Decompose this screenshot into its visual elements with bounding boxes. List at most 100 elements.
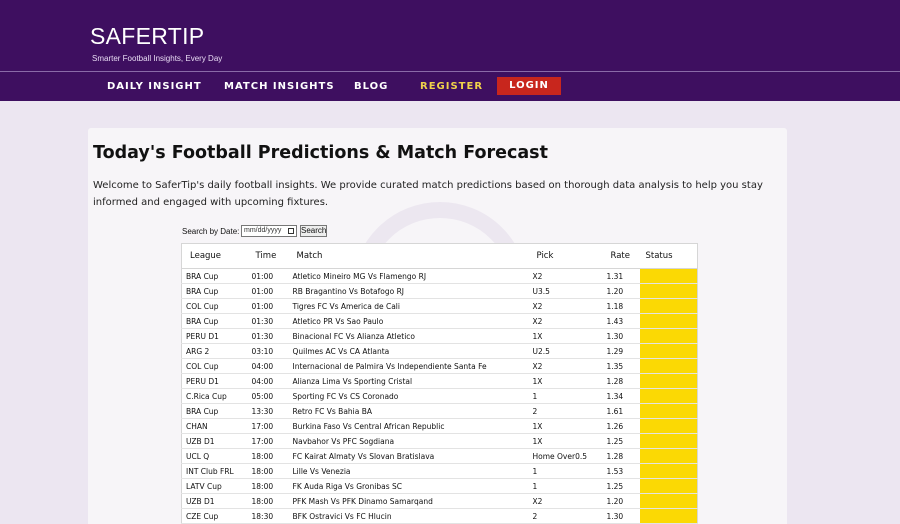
cell-time: 18:00: [247, 493, 289, 509]
cell-status: [639, 403, 698, 419]
cell-status: [639, 493, 698, 509]
predictions-table: League Time Match Pick Rate Status BRA C…: [181, 243, 698, 524]
cell-league: BRA Cup: [181, 283, 248, 299]
date-input[interactable]: mm/dd/yyyy: [241, 225, 297, 237]
cell-pick: X2: [528, 298, 603, 314]
table-row: UCL Q 18:00 FC Kairat Almaty Vs Slovan Bra…: [181, 448, 698, 464]
calendar-icon[interactable]: [288, 228, 294, 234]
cell-time: 04:00: [247, 373, 289, 389]
cell-league: BRA Cup: [181, 313, 248, 329]
page-title: Today's Football Predictions & Match For…: [93, 143, 548, 163]
table-row: CZE Cup 18:30 BFK Ostravici Vs FC Hlucin 2 1…: [181, 508, 698, 524]
cell-league: UZB D1: [181, 433, 248, 449]
cell-match: FC Kairat Almaty Vs Slovan Bratislava: [288, 448, 529, 464]
cell-pick: 2: [528, 403, 603, 419]
cell-match: Atletico Mineiro MG Vs Flamengo RJ: [288, 268, 529, 284]
table-row: BRA Cup 01:00 RB Bragantino Vs Botafogo RJ…: [181, 283, 698, 299]
table-row: PERU D1 01:30 Binacional FC Vs Alianza Atl…: [181, 328, 698, 344]
cell-rate: 1.34: [602, 388, 640, 404]
cell-time: 03:10: [247, 343, 289, 359]
cell-time: 01:00: [247, 268, 289, 284]
cell-time: 18:00: [247, 463, 289, 479]
cell-pick: U2.5: [528, 343, 603, 359]
cell-match: Lille Vs Venezia: [288, 463, 529, 479]
cell-pick: Home Over0.5: [528, 448, 603, 464]
cell-match: FK Auda Riga Vs Gronibas SC: [288, 478, 529, 494]
cell-time: 18:00: [247, 478, 289, 494]
cell-pick: X2: [528, 493, 603, 509]
search-button[interactable]: Search: [300, 225, 327, 237]
cell-time: 17:00: [247, 418, 289, 434]
cell-rate: 1.30: [602, 508, 640, 524]
cell-time: 01:00: [247, 283, 289, 299]
cell-league: BRA Cup: [181, 403, 248, 419]
intro-text: Welcome to SaferTip's daily football ins…: [93, 180, 763, 208]
table-row: BRA Cup 01:00 Atletico Mineiro MG Vs Flame…: [181, 268, 698, 284]
cell-status: [639, 433, 698, 449]
cell-match: Alianza Lima Vs Sporting Cristal: [288, 373, 529, 389]
header-rate: Rate: [602, 243, 640, 269]
cell-match: Retro FC Vs Bahia BA: [288, 403, 529, 419]
cell-pick: X2: [528, 268, 603, 284]
nav-blog[interactable]: BLOG: [354, 81, 388, 92]
cell-league: UCL Q: [181, 448, 248, 464]
cell-pick: U3.5: [528, 283, 603, 299]
cell-status: [639, 373, 698, 389]
cell-status: [639, 418, 698, 434]
cell-match: RB Bragantino Vs Botafogo RJ: [288, 283, 529, 299]
cell-status: [639, 343, 698, 359]
cell-time: 01:30: [247, 328, 289, 344]
cell-match: PFK Mash Vs PFK Dinamo Samarqand: [288, 493, 529, 509]
cell-pick: 1X: [528, 433, 603, 449]
cell-status: [639, 478, 698, 494]
cell-rate: 1.28: [602, 448, 640, 464]
cell-status: [639, 298, 698, 314]
nav-daily-insight[interactable]: DAILY INSIGHT: [107, 81, 202, 92]
cell-status: [639, 448, 698, 464]
cell-time: 13:30: [247, 403, 289, 419]
cell-pick: 1: [528, 463, 603, 479]
table-row: BRA Cup 13:30 Retro FC Vs Bahia BA 2 1.61: [181, 403, 698, 419]
cell-pick: 1: [528, 388, 603, 404]
cell-time: 01:00: [247, 298, 289, 314]
table-row: COL Cup 04:00 Internacional de Palmira Vs …: [181, 358, 698, 374]
cell-league: CHAN: [181, 418, 248, 434]
table-row: ARG 2 03:10 Quilmes AC Vs CA Atlanta U2.5 1.…: [181, 343, 698, 359]
cell-pick: 2: [528, 508, 603, 524]
main-nav: DAILY INSIGHT MATCH INSIGHTS BLOG REGIST…: [0, 72, 900, 101]
cell-status: [639, 283, 698, 299]
cell-league: ARG 2: [181, 343, 248, 359]
table-body: BRA Cup 01:00 Atletico Mineiro MG Vs Flame…: [181, 268, 698, 524]
cell-league: INT Club FRL: [181, 463, 248, 479]
nav-match-insights[interactable]: MATCH INSIGHTS: [224, 81, 335, 92]
cell-league: UZB D1: [181, 493, 248, 509]
nav-register[interactable]: REGISTER: [420, 81, 483, 92]
table-row: BRA Cup 01:30 Atletico PR Vs Sao Paulo X2 1.…: [181, 313, 698, 329]
cell-match: BFK Ostravici Vs FC Hlucin: [288, 508, 529, 524]
cell-match: Sporting FC Vs CS Coronado: [288, 388, 529, 404]
table-row: INT Club FRL 18:00 Lille Vs Venezia 1 1.53: [181, 463, 698, 479]
table-header-row: League Time Match Pick Rate Status: [181, 243, 698, 269]
date-placeholder: mm/dd/yyyy: [244, 227, 282, 234]
cell-match: Atletico PR Vs Sao Paulo: [288, 313, 529, 329]
cell-rate: 1.18: [602, 298, 640, 314]
table-row: CHAN 17:00 Burkina Faso Vs Central African…: [181, 418, 698, 434]
site-logo[interactable]: SAFERTIP: [90, 23, 204, 50]
cell-pick: 1: [528, 478, 603, 494]
cell-pick: X2: [528, 358, 603, 374]
table-row: LATV Cup 18:00 FK Auda Riga Vs Gronibas SC…: [181, 478, 698, 494]
cell-rate: 1.61: [602, 403, 640, 419]
cell-status: [639, 328, 698, 344]
login-button[interactable]: LOGIN: [497, 77, 561, 95]
table-row: UZB D1 18:00 PFK Mash Vs PFK Dinamo Samarq…: [181, 493, 698, 509]
header-match: Match: [288, 243, 529, 269]
cell-rate: 1.20: [602, 493, 640, 509]
cell-rate: 1.53: [602, 463, 640, 479]
cell-time: 05:00: [247, 388, 289, 404]
header-status: Status: [639, 243, 698, 269]
cell-time: 01:30: [247, 313, 289, 329]
cell-match: Binacional FC Vs Alianza Atletico: [288, 328, 529, 344]
cell-time: 17:00: [247, 433, 289, 449]
header-pick: Pick: [528, 243, 603, 269]
cell-rate: 1.20: [602, 283, 640, 299]
